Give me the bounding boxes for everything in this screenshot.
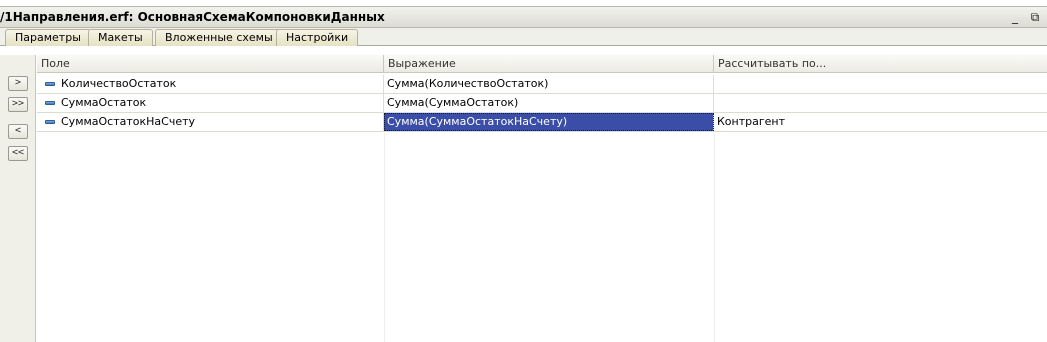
window-titlebar: /1Направления.erf: ОсновнаяСхемаКомпонов… bbox=[0, 6, 1047, 28]
move-all-right-button[interactable]: >> bbox=[8, 97, 28, 112]
column-divider bbox=[714, 133, 715, 342]
column-header-field[interactable]: Поле bbox=[37, 55, 384, 73]
expression-cell[interactable]: Сумма(СуммаОстаток) bbox=[384, 94, 714, 112]
restore-icon[interactable]: ⧉ bbox=[1029, 10, 1041, 25]
table-row[interactable]: СуммаОстатокНаСчету Сумма(СуммаОстатокНа… bbox=[37, 113, 1047, 132]
calc-by-cell[interactable] bbox=[714, 75, 1047, 93]
table-row[interactable]: СуммаОстаток Сумма(СуммаОстаток) bbox=[37, 94, 1047, 113]
column-header-calc-by[interactable]: Рассчитывать по... bbox=[714, 55, 1047, 73]
tab-bar: Параметры Макеты Вложенные схемы Настрой… bbox=[0, 28, 1047, 46]
move-all-left-button[interactable]: << bbox=[8, 146, 28, 161]
window-title: /1Направления.erf: ОсновнаяСхемаКомпонов… bbox=[0, 10, 385, 24]
resource-field-icon bbox=[45, 82, 55, 86]
expression-cell[interactable]: Сумма(КоличествоОстаток) bbox=[384, 75, 714, 93]
tab-parameters[interactable]: Параметры bbox=[5, 29, 91, 46]
field-name: СуммаОстаток bbox=[61, 96, 147, 109]
resource-field-icon bbox=[45, 101, 55, 105]
side-toolbar: > >> < << bbox=[0, 55, 36, 342]
grid-header: Поле Выражение Рассчитывать по... bbox=[37, 55, 1047, 73]
field-cell[interactable]: СуммаОстаток bbox=[37, 94, 384, 112]
calc-by-cell[interactable] bbox=[714, 94, 1047, 112]
move-right-button[interactable]: > bbox=[8, 76, 28, 91]
table-row[interactable]: КоличествоОстаток Сумма(КоличествоОстато… bbox=[37, 75, 1047, 94]
tab-nested-schemas[interactable]: Вложенные схемы bbox=[155, 29, 283, 46]
window-controls: _ ⧉ bbox=[1009, 10, 1041, 25]
field-cell[interactable]: СуммаОстатокНаСчету bbox=[37, 113, 384, 131]
expression-cell-selected[interactable]: Сумма(СуммаОстатокНаСчету) bbox=[384, 113, 714, 131]
tab-templates[interactable]: Макеты bbox=[88, 29, 153, 46]
column-header-expression[interactable]: Выражение bbox=[384, 55, 714, 73]
field-name: СуммаОстатокНаСчету bbox=[61, 115, 196, 128]
resources-grid[interactable]: Поле Выражение Рассчитывать по... Количе… bbox=[37, 55, 1047, 342]
resource-field-icon bbox=[45, 120, 55, 124]
move-left-button[interactable]: < bbox=[8, 124, 28, 139]
tab-settings[interactable]: Настройки bbox=[276, 29, 359, 46]
minimize-icon[interactable]: _ bbox=[1009, 10, 1021, 25]
column-divider bbox=[384, 133, 385, 342]
calc-by-cell[interactable]: Контрагент bbox=[714, 113, 1047, 131]
field-cell[interactable]: КоличествоОстаток bbox=[37, 75, 384, 93]
field-name: КоличествоОстаток bbox=[61, 77, 177, 90]
